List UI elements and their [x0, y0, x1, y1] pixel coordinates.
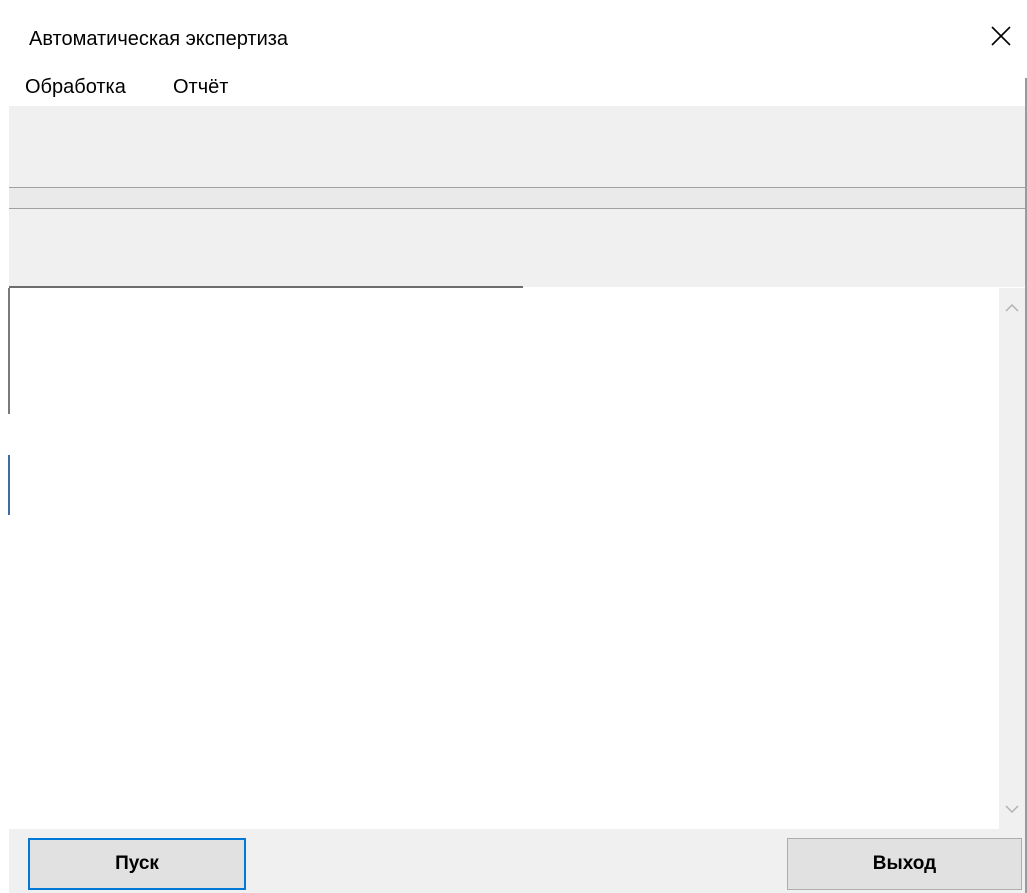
window-left-edge: [0, 0, 9, 893]
chevron-down-icon: [1005, 805, 1019, 813]
window-left-edge-line: [8, 288, 10, 414]
close-icon: [991, 26, 1011, 46]
window-title: Автоматическая экспертиза: [29, 28, 289, 50]
top-panel: [9, 106, 1025, 187]
exit-button[interactable]: Выход: [787, 838, 1022, 890]
window-left-edge-accent: [8, 455, 10, 515]
menu-item-report[interactable]: Отчёт: [173, 76, 228, 99]
menu-bar: Обработка Отчёт: [9, 72, 1025, 106]
scroll-up-button[interactable]: [999, 296, 1025, 320]
log-textarea[interactable]: [11, 290, 999, 828]
close-button[interactable]: [975, 10, 1027, 62]
middle-panel-border: [9, 286, 523, 288]
middle-panel: [9, 209, 1025, 287]
title-bar: Автоматическая экспертиза: [0, 0, 1027, 78]
menu-item-processing[interactable]: Обработка: [25, 76, 126, 99]
vertical-scrollbar[interactable]: [999, 288, 1025, 829]
scroll-down-button[interactable]: [999, 797, 1025, 821]
main-window: Автоматическая экспертиза Обработка Отчё…: [0, 0, 1027, 893]
start-button[interactable]: Пуск: [28, 838, 246, 890]
panel-splitter[interactable]: [9, 187, 1025, 209]
chevron-up-icon: [1005, 304, 1019, 312]
